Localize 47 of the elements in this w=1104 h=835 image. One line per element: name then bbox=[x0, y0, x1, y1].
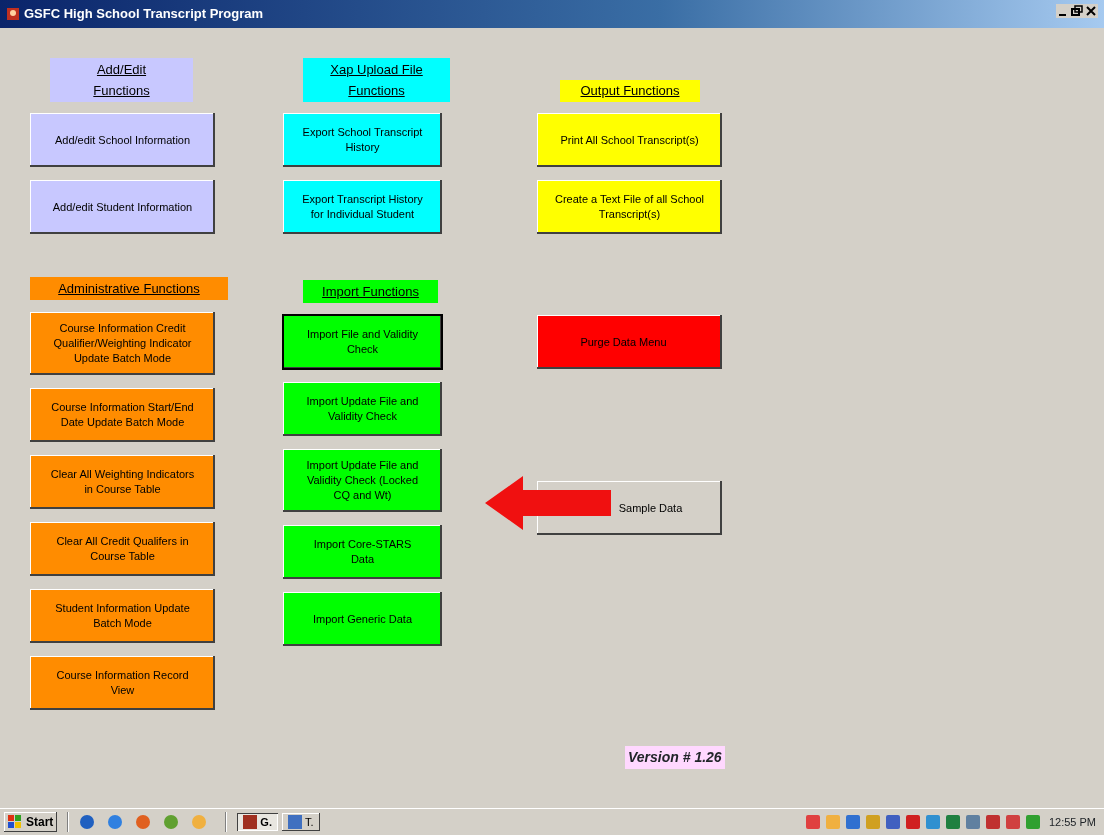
arrow-icon bbox=[485, 476, 611, 530]
tray-icon[interactable] bbox=[944, 814, 961, 830]
function-button[interactable]: Import Core-STARS Data bbox=[283, 525, 442, 579]
function-button[interactable]: Export Transcript History for Individual Student bbox=[283, 180, 442, 234]
tray-icon[interactable] bbox=[884, 814, 901, 830]
function-button[interactable]: Print All School Transcript(s) bbox=[537, 113, 722, 167]
section-heading: Add/Edit Functions bbox=[50, 58, 193, 102]
version-label: Version # 1.26 bbox=[625, 746, 725, 769]
function-button[interactable]: Clear All Credit Qualifers in Course Table bbox=[30, 522, 215, 576]
tray-icon[interactable] bbox=[1024, 814, 1041, 830]
taskbar-button[interactable]: G. bbox=[237, 812, 278, 832]
window-title: GSFC High School Transcript Program bbox=[24, 5, 264, 24]
function-button[interactable]: Import File and Validity Check bbox=[283, 315, 442, 369]
function-button[interactable]: Clear All Weighting Indicators in Course Table bbox=[30, 455, 215, 509]
windows-logo-icon bbox=[8, 815, 22, 829]
function-button[interactable]: Student Information Update Batch Mode bbox=[30, 589, 215, 643]
tray-icon[interactable] bbox=[864, 814, 881, 830]
function-button[interactable]: Course Information Record View bbox=[30, 656, 215, 710]
section-heading: Output Functions bbox=[560, 80, 700, 102]
function-button[interactable]: Add/edit School Information bbox=[30, 113, 215, 167]
tray-icon[interactable] bbox=[924, 814, 941, 830]
function-button[interactable]: Import Generic Data bbox=[283, 592, 442, 646]
section-heading: Xap Upload File Functions bbox=[303, 58, 450, 102]
clock: 12:55 PM bbox=[1048, 814, 1096, 830]
function-button[interactable]: Course Information Start/End Date Update Batch Mode bbox=[30, 388, 215, 442]
restore-icon[interactable] bbox=[1070, 4, 1084, 18]
app-icon bbox=[287, 814, 302, 829]
function-button[interactable]: Purge Data Menu bbox=[537, 315, 722, 369]
taskbar-button[interactable]: T. bbox=[281, 812, 320, 832]
tray-icon[interactable] bbox=[904, 814, 921, 830]
tray-icon[interactable] bbox=[844, 814, 861, 830]
app-icon bbox=[6, 6, 20, 22]
section-heading: Import Functions bbox=[303, 280, 438, 303]
tray-icon[interactable] bbox=[1004, 814, 1021, 830]
tray-icon[interactable] bbox=[964, 814, 981, 830]
section-heading: Administrative Functions bbox=[30, 277, 228, 300]
app-icon bbox=[243, 814, 258, 829]
function-button[interactable]: Import Update File and Validity Check (Locked CQ and Wt) bbox=[283, 449, 442, 512]
close-icon[interactable] bbox=[1084, 4, 1098, 18]
function-button[interactable]: Course Information Credit Qualifier/Weighting Indicator Update Batch Mode bbox=[30, 312, 215, 375]
tray-icon[interactable] bbox=[804, 814, 821, 830]
tray-icon[interactable] bbox=[984, 814, 1001, 830]
function-button[interactable]: Export School Transcript History bbox=[283, 113, 442, 167]
start-button[interactable]: Start bbox=[4, 812, 58, 832]
function-button[interactable]: Add/edit Student Information bbox=[30, 180, 215, 234]
function-button[interactable]: Import Update File and Validity Check bbox=[283, 382, 442, 436]
function-button[interactable]: Create a Text File of all School Transcript(s) bbox=[537, 180, 722, 234]
